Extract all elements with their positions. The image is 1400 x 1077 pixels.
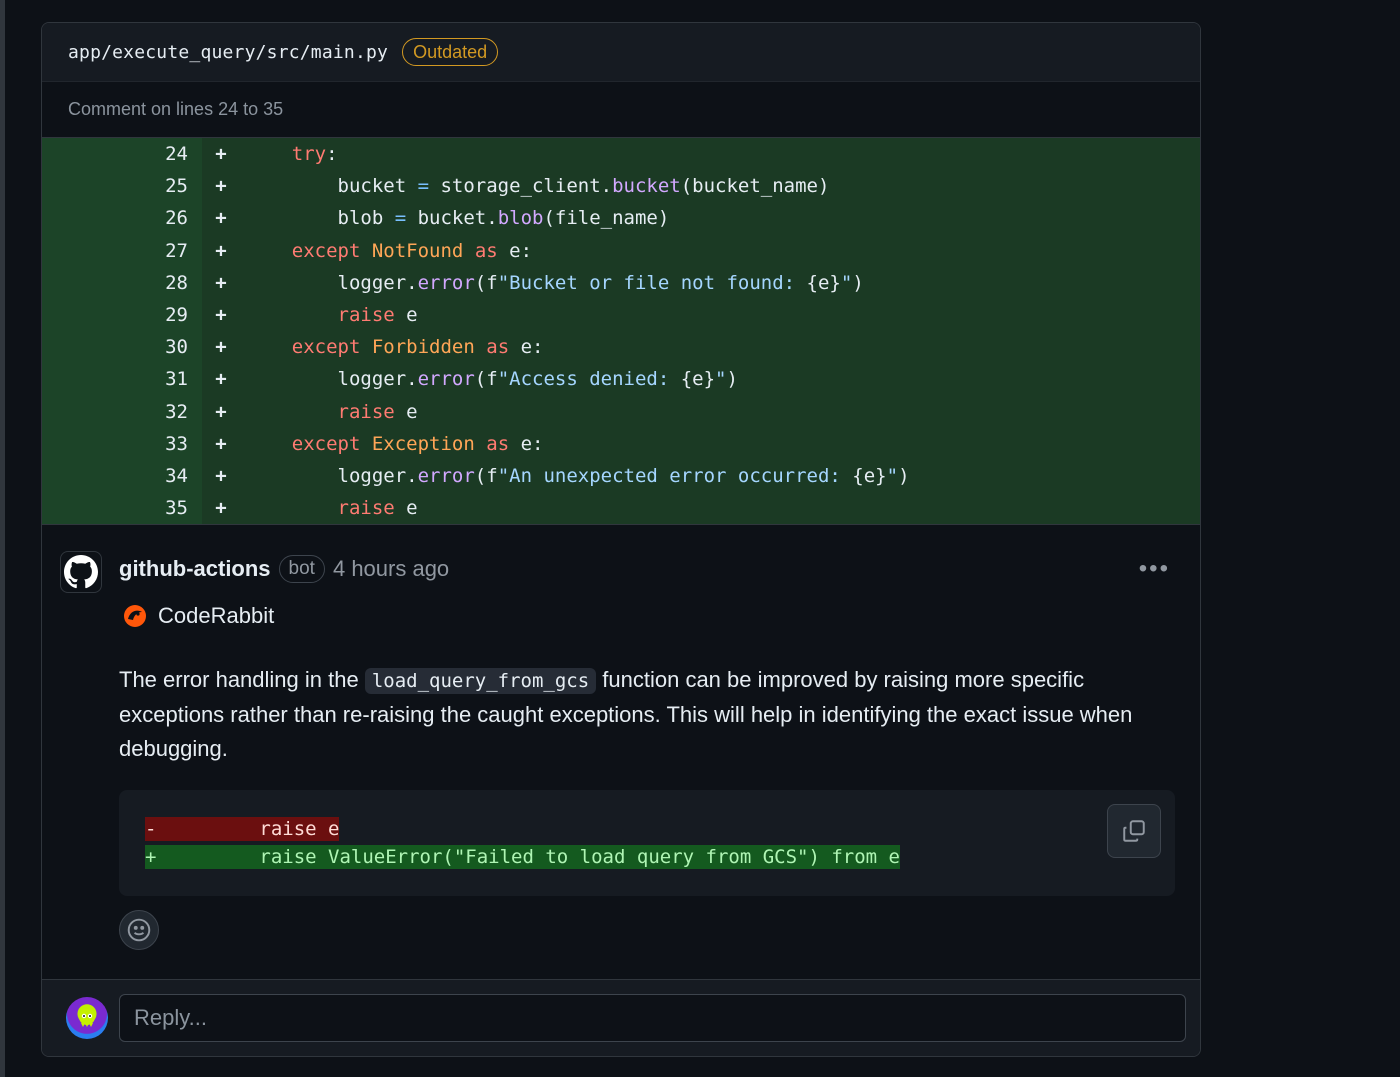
line-number: 28 xyxy=(42,266,202,299)
diff-sign: + xyxy=(215,239,227,262)
code-line: except NotFound as e: xyxy=(291,239,533,262)
smiley-icon xyxy=(127,918,151,942)
more-options-button[interactable]: ••• xyxy=(1139,555,1170,583)
copy-button[interactable] xyxy=(1107,804,1161,859)
line-number: 24 xyxy=(42,138,202,171)
author-name[interactable]: github-actions xyxy=(119,556,271,582)
github-icon xyxy=(64,555,98,589)
diff-row: 29 + raise e xyxy=(42,298,1200,332)
diff-row: 24 + try: xyxy=(42,138,1200,171)
diff-row: 30 + except Forbidden as e: xyxy=(42,331,1200,364)
diff-row: 31 + logger.error(f"Access denied: {e}") xyxy=(42,363,1200,396)
line-number: 29 xyxy=(42,298,202,332)
line-number: 35 xyxy=(42,492,202,525)
diff-sign: + xyxy=(215,400,227,423)
diff-row: 28 + logger.error(f"Bucket or file not f… xyxy=(42,266,1200,299)
add-reaction-button[interactable] xyxy=(119,910,159,951)
code-line: logger.error(f"Bucket or file not found:… xyxy=(246,271,864,294)
diff-sign: + xyxy=(215,271,227,294)
copy-icon xyxy=(1123,820,1145,842)
diff-row: 35 + raise e xyxy=(42,492,1200,525)
code-line: logger.error(f"Access denied: {e}") xyxy=(246,368,738,391)
review-thread: app/execute_query/src/main.py Outdated C… xyxy=(41,22,1201,1057)
brand-line: CodeRabbit xyxy=(122,603,274,629)
diff-sign: + xyxy=(215,368,227,391)
author-avatar[interactable] xyxy=(60,551,102,594)
diff-row: 32 + raise e xyxy=(42,395,1200,428)
line-number: 34 xyxy=(42,459,202,493)
current-user-avatar[interactable] xyxy=(66,997,108,1039)
coderabbit-icon xyxy=(124,605,146,628)
suggestion-added-line: + raise ValueError("Failed to load query… xyxy=(145,845,900,870)
user-avatar-icon xyxy=(79,1009,95,1027)
code-line: bucket = storage_client.bucket(bucket_na… xyxy=(246,175,830,198)
line-number: 32 xyxy=(42,395,202,428)
code-line: except Forbidden as e: xyxy=(291,336,544,359)
inline-code: load_query_from_gcs xyxy=(364,668,597,695)
comment-range: Comment on lines 24 to 35 xyxy=(42,82,1200,138)
diff-snippet: 24 + try: 25 + bucket = storage_client.b… xyxy=(42,138,1200,525)
diff-sign: + xyxy=(215,304,227,327)
line-number: 33 xyxy=(42,427,202,460)
suggestion-deleted-line: - raise e xyxy=(145,817,340,842)
left-rail xyxy=(0,0,5,1077)
brand-name: CodeRabbit xyxy=(158,603,275,629)
line-number: 27 xyxy=(42,234,202,267)
line-number: 31 xyxy=(42,363,202,396)
diff-sign: + xyxy=(215,175,227,198)
code-line: raise e xyxy=(337,497,418,520)
diff-sign: + xyxy=(215,464,227,487)
diff-row: 34 + logger.error(f"An unexpected error … xyxy=(42,459,1200,493)
kebab-horizontal-icon: ••• xyxy=(1138,555,1170,583)
diff-sign: + xyxy=(215,336,227,359)
code-line: logger.error(f"An unexpected error occur… xyxy=(246,464,910,487)
reply-bar xyxy=(42,979,1200,1056)
review-comment: github-actions bot 4 hours ago ••• CodeR… xyxy=(42,524,1200,978)
diff-row: 25 + bucket = storage_client.bucket(buck… xyxy=(42,170,1200,203)
comment-header: github-actions bot 4 hours ago xyxy=(119,555,449,584)
code-line: blob = bucket.blob(file_name) xyxy=(246,207,670,230)
suggestion-block: - raise e + raise ValueError("Failed to … xyxy=(119,790,1175,897)
diff-row: 27 + except NotFound as e: xyxy=(42,234,1200,267)
bot-badge: bot xyxy=(278,555,325,584)
line-number: 26 xyxy=(42,202,202,235)
comment-timestamp[interactable]: 4 hours ago xyxy=(333,556,449,582)
code-line: try: xyxy=(291,143,338,166)
code-line: raise e xyxy=(337,400,418,423)
diff-row: 33 + except Exception as e: xyxy=(42,427,1200,460)
code-line: raise e xyxy=(337,304,418,327)
diff-sign: + xyxy=(215,497,227,520)
comment-body: The error handling in the load_query_fro… xyxy=(119,667,1133,762)
diff-row: 26 + blob = bucket.blob(file_name) xyxy=(42,202,1200,235)
diff-sign: + xyxy=(215,207,227,230)
diff-sign: + xyxy=(215,432,227,455)
diff-sign: + xyxy=(215,143,227,166)
reply-input[interactable] xyxy=(119,994,1186,1042)
code-line: except Exception as e: xyxy=(291,432,544,455)
file-path[interactable]: app/execute_query/src/main.py xyxy=(68,42,388,63)
file-header: app/execute_query/src/main.py Outdated xyxy=(42,23,1200,82)
line-number: 25 xyxy=(42,170,202,203)
line-number: 30 xyxy=(42,331,202,364)
outdated-badge: Outdated xyxy=(402,38,499,66)
